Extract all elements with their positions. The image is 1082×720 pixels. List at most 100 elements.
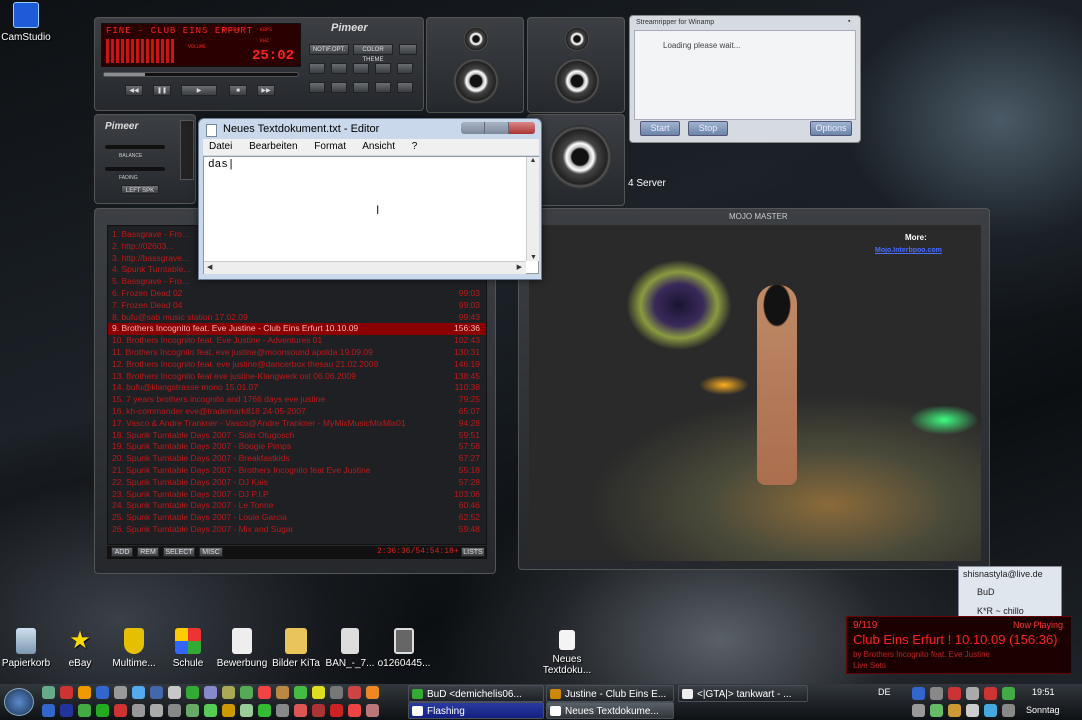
tray-icon[interactable]	[984, 704, 997, 717]
quicklaunch-icon[interactable]	[294, 704, 307, 717]
quicklaunch-icon[interactable]	[60, 704, 73, 717]
quicklaunch-icon[interactable]	[132, 704, 145, 717]
eq-toggle-button[interactable]	[309, 82, 325, 93]
playlist-row[interactable]: 17. Vasco & Andre Trankner - Vasco@Andre…	[108, 418, 486, 430]
quicklaunch-icon[interactable]	[42, 686, 55, 699]
playlist-row[interactable]: 9. Brothers Incognito feat. Eve Justine …	[108, 323, 486, 336]
now-playing-notification[interactable]: 9/119 Now Playing Club Eins Erfurt ! 10.…	[846, 616, 1072, 674]
quicklaunch-icon[interactable]	[150, 704, 163, 717]
quicklaunch-icon[interactable]	[204, 704, 217, 717]
quicklaunch-icon[interactable]	[312, 704, 325, 717]
playlist-row[interactable]: 26. Spunk Turntable Days 2007 - Mix and …	[108, 524, 486, 536]
clock-time[interactable]: 19:51	[1032, 687, 1055, 697]
seek-bar[interactable]	[103, 72, 299, 77]
playlist-row[interactable]: 23. Spunk Turntable Days 2007 - DJ P.I.P…	[108, 489, 486, 501]
taskbar-button-gta[interactable]: <|GTA|> tankwart - ...	[678, 685, 808, 702]
quicklaunch-icon[interactable]	[312, 686, 325, 699]
tray-icon[interactable]	[948, 704, 961, 717]
quicklaunch-icon[interactable]	[132, 686, 145, 699]
eq-button[interactable]	[309, 63, 325, 74]
left-spk-button[interactable]: LEFT SPK	[121, 185, 159, 194]
taskbar-button-flashing[interactable]: Flashing	[408, 702, 544, 719]
play-button[interactable]: ▶	[181, 85, 217, 96]
color-theme-button[interactable]: COLOR THEME	[353, 44, 393, 63]
vid-toggle-button[interactable]	[375, 82, 391, 93]
quicklaunch-icon[interactable]	[150, 686, 163, 699]
pl-toggle-button[interactable]	[331, 82, 347, 93]
maximize-button[interactable]	[485, 122, 509, 134]
quicklaunch-icon[interactable]	[186, 686, 199, 699]
quicklaunch-icon[interactable]	[240, 686, 253, 699]
quicklaunch-icon[interactable]	[276, 686, 289, 699]
streamripper-stop-button[interactable]: Stop	[688, 121, 728, 136]
quicklaunch-icon[interactable]	[276, 704, 289, 717]
playlist-row[interactable]: 20. Spunk Turntable Days 2007 - Breakfas…	[108, 453, 486, 465]
playlist-row[interactable]: 14. bufu@klangstrasse mono 15.01.07 110:3…	[108, 382, 486, 394]
playlist-row[interactable]: 15. 7 years brothers incognito and 1766 …	[108, 394, 486, 406]
minimize-button[interactable]	[461, 122, 485, 134]
playlist-row[interactable]: 19. Spunk Turntable Days 2007 - Boogie P…	[108, 441, 486, 453]
tray-icon[interactable]	[912, 704, 925, 717]
playlist-row[interactable]: 7. Frozen Dead 04 99:03	[108, 300, 486, 312]
playlist-row[interactable]: 24. Spunk Turntable Days 2007 - Le Tonne…	[108, 500, 486, 512]
menu-format[interactable]: Format	[314, 141, 346, 152]
winamp-small-button[interactable]	[399, 44, 417, 55]
viz-toggle-button[interactable]	[397, 82, 413, 93]
playlist-row[interactable]: 13. Brothers Incognito feat eve justine-…	[108, 371, 486, 383]
notepad-text-area[interactable]: das| I ▲ ▼ ◀ ▶	[203, 156, 539, 274]
playlist-lists-button[interactable]: LISTS	[461, 547, 485, 557]
playlist-row[interactable]: 22. Spunk Turntable Days 2007 - DJ Kais 5…	[108, 477, 486, 489]
close-player-button[interactable]	[397, 63, 413, 74]
tray-icon[interactable]	[966, 704, 979, 717]
quicklaunch-icon[interactable]	[222, 704, 235, 717]
notif-opt-button[interactable]: NOTIF.OPT.	[309, 44, 349, 55]
tray-icon[interactable]	[948, 687, 961, 700]
tray-icon[interactable]	[1002, 704, 1015, 717]
quicklaunch-icon[interactable]	[168, 686, 181, 699]
tray-icon[interactable]	[966, 687, 979, 700]
quicklaunch-icon[interactable]	[114, 704, 127, 717]
quicklaunch-icon[interactable]	[78, 704, 91, 717]
quicklaunch-icon[interactable]	[348, 686, 361, 699]
start-button[interactable]	[4, 688, 34, 716]
horizontal-scrollbar[interactable]: ◀ ▶	[204, 261, 526, 274]
playlist-rem-button[interactable]: REM	[137, 547, 159, 557]
playlist-row[interactable]: 16. kh-commander eve@trademark818 24-05-…	[108, 406, 486, 418]
quicklaunch-icon[interactable]	[222, 686, 235, 699]
quicklaunch-icon[interactable]	[366, 686, 379, 699]
playlist-row[interactable]: 25. Spunk Turntable Days 2007 - Louie Ga…	[108, 512, 486, 524]
vertical-scrollbar[interactable]: ▲ ▼	[526, 157, 539, 261]
stop-button[interactable]: ■	[229, 85, 247, 96]
textdoc-desktop-icon[interactable]: Neues Textdoku...	[531, 630, 603, 676]
language-indicator[interactable]: DE	[878, 687, 891, 697]
quicklaunch-icon[interactable]	[366, 704, 379, 717]
quicklaunch-icon[interactable]	[186, 704, 199, 717]
balance-slider[interactable]	[105, 145, 165, 149]
tray-icon[interactable]	[912, 687, 925, 700]
bitrate-button[interactable]	[375, 63, 391, 74]
prev-button[interactable]: ◀◀	[125, 85, 143, 96]
mojo-link[interactable]: Mojo.Interbpoo.com	[875, 247, 942, 254]
tray-icon[interactable]	[930, 687, 943, 700]
playlist-row[interactable]: 18. Spunk Turntable Days 2007 - Solo Otu…	[108, 430, 486, 442]
streamripper-options-button[interactable]: Options	[810, 121, 852, 136]
playlist-row[interactable]: 21. Spunk Turntable Days 2007 - Brothers…	[108, 465, 486, 477]
playlist-row[interactable]: 8. bufu@sab music station 17.02.09 99:43	[108, 312, 486, 324]
playlist-row[interactable]: 12. Brothers Incognito feat. eve justine…	[108, 359, 486, 371]
quicklaunch-icon[interactable]	[114, 686, 127, 699]
quicklaunch-icon[interactable]	[258, 704, 271, 717]
playlist-row[interactable]: 6. Frozen Dead 02 99:03	[108, 288, 486, 300]
clock-day[interactable]: Sonntag	[1026, 705, 1060, 715]
quicklaunch-icon[interactable]	[348, 704, 361, 717]
streamripper-close-icon[interactable]: ▪	[848, 18, 850, 25]
taskbar-button-winamp[interactable]: Justine - Club Eins E...	[546, 685, 674, 702]
quicklaunch-icon[interactable]	[96, 704, 109, 717]
playlist-row[interactable]: 10. Brothers Incognito feat. Eve Justine…	[108, 335, 486, 347]
menu-help[interactable]: ?	[412, 141, 418, 152]
menu-ansicht[interactable]: Ansicht	[362, 141, 395, 152]
quicklaunch-icon[interactable]	[96, 686, 109, 699]
fading-slider[interactable]	[105, 167, 165, 171]
photo-desktop-icon[interactable]: o1260445...	[368, 628, 440, 669]
quicklaunch-icon[interactable]	[330, 686, 343, 699]
playlist-select-button[interactable]: SELECT	[163, 547, 195, 557]
